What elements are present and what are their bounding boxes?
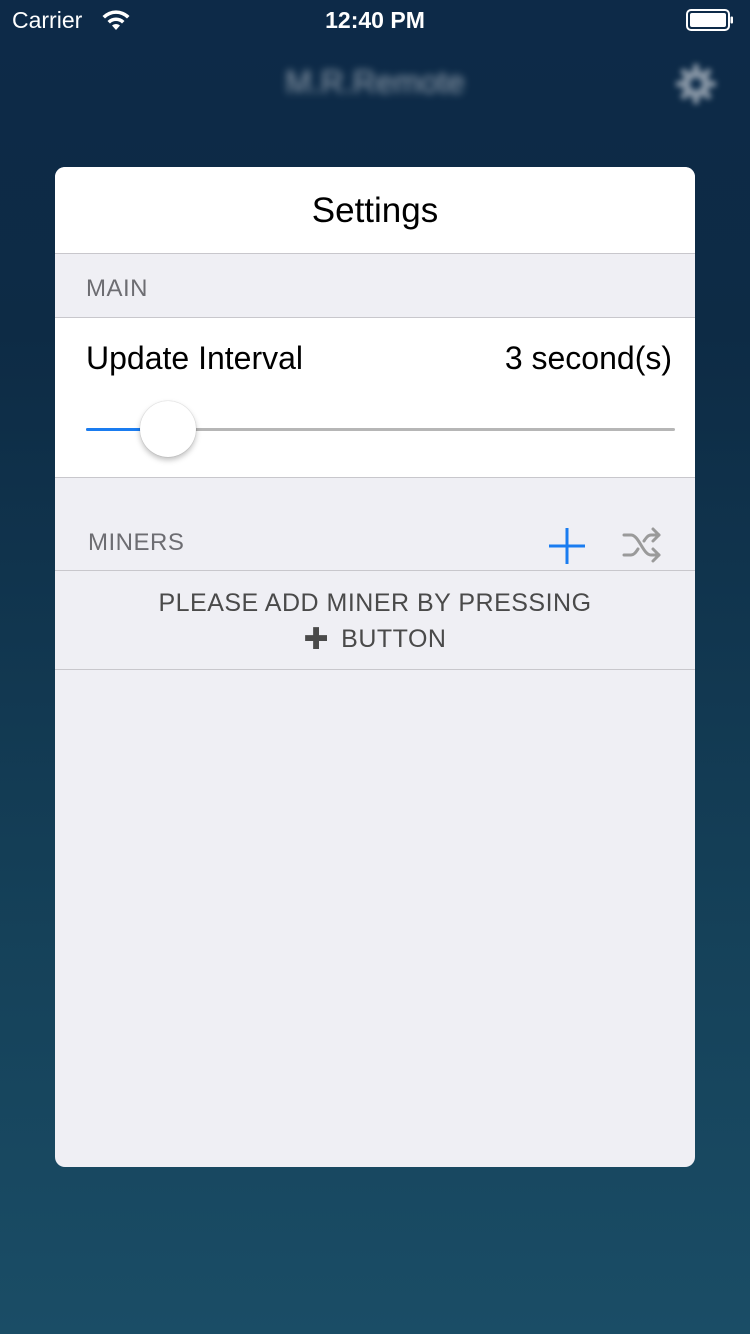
settings-header: Settings — [55, 167, 695, 254]
update-interval-label: Update Interval — [86, 340, 304, 376]
battery-icon — [686, 9, 733, 31]
section-header-miners: MINERS — [88, 529, 185, 556]
update-interval-value: 3 second(s) — [504, 340, 672, 376]
slider-thumb[interactable] — [140, 401, 196, 457]
empty-miners-message: PLEASE ADD MINER BY PRESSING ✚ BUTTON — [55, 570, 695, 670]
section-header-main: MAIN — [86, 275, 148, 302]
update-interval-slider[interactable] — [86, 399, 675, 459]
shuffle-icon[interactable] — [621, 525, 665, 565]
settings-title: Settings — [311, 191, 439, 230]
gear-icon — [676, 64, 716, 104]
background-app-title: M.R.Remote — [285, 64, 465, 100]
empty-message-line2: ✚ BUTTON — [55, 622, 695, 657]
status-bar: Carrier 12:40 PM — [0, 0, 750, 40]
settings-modal: Settings MAIN Update Interval 3 second(s… — [55, 167, 695, 1167]
clock: 12:40 PM — [325, 7, 425, 33]
plus-glyph-icon: ✚ — [303, 623, 330, 656]
plus-icon[interactable] — [545, 524, 589, 568]
empty-message-button-word: BUTTON — [341, 625, 447, 653]
empty-message-line1: PLEASE ADD MINER BY PRESSING — [158, 589, 592, 617]
